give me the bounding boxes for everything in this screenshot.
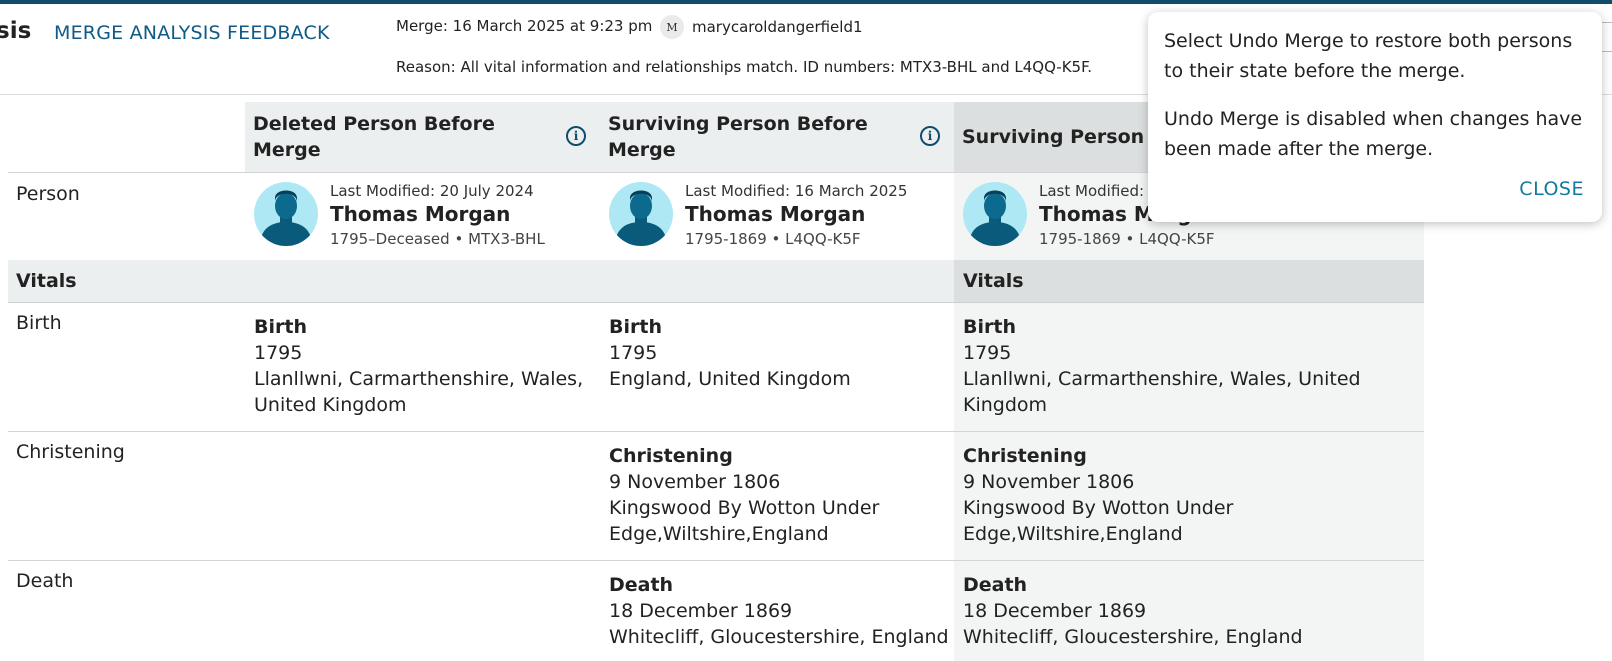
fact-type: Christening [609, 445, 733, 467]
info-icon[interactable]: i [920, 126, 940, 146]
row-label-person: Person [16, 183, 80, 205]
fact-place-cont: Kingdom [963, 394, 1048, 416]
column-header-surviving-before: Surviving Person Before Merge i [600, 102, 954, 172]
column-header-label: Surviving Person Before Merge [608, 113, 868, 161]
person-name[interactable]: Thomas Morgan [685, 202, 865, 226]
column-header-label: Deleted Person Before Merge [253, 113, 495, 161]
fact-place-cont: Edge,Wiltshire,England [963, 523, 1183, 545]
person-avatar-icon [963, 182, 1027, 246]
merge-date: Merge: 16 March 2025 at 9:23 pm [396, 17, 653, 35]
merge-reason: Reason: All vital information and relati… [396, 58, 1093, 76]
user-initial-badge: M [660, 15, 684, 39]
fact-place-cont: United Kingdom [254, 394, 407, 416]
fact-type: Christening [963, 445, 1087, 467]
fact-birth-deleted: Birth 1795 Llanllwni, Carmarthenshire, W… [254, 314, 583, 418]
person-lifespan-id: 1795–Deceased • MTX3-BHL [330, 230, 545, 248]
user-name[interactable]: marycaroldangerfield1 [692, 18, 863, 36]
close-button[interactable]: CLOSE [1519, 178, 1584, 200]
fact-type: Birth [963, 316, 1016, 338]
fact-christening-surviving-after: Christening 9 November 1806 Kingswood By… [963, 443, 1233, 547]
fact-place: Kingswood By Wotton Under [609, 497, 880, 519]
person-avatar-icon [254, 182, 318, 246]
fact-place: Whitecliff, Gloucestershire, England [963, 626, 1303, 648]
popover-text-disabled: Undo Merge is disabled when changes have… [1164, 108, 1583, 160]
fact-date: 9 November 1806 [609, 471, 781, 493]
fact-date: 1795 [963, 342, 1012, 364]
section-label-vitals-after: Vitals [963, 270, 1024, 292]
column-header-deleted-before: Deleted Person Before Merge i [245, 102, 600, 172]
person-lifespan-id: 1795-1869 • L4QQ-K5F [685, 230, 861, 248]
merge-user: M marycaroldangerfield1 [660, 15, 863, 39]
last-modified: Last Modified: 1 [1039, 182, 1159, 200]
merge-analysis-feedback-link[interactable]: MERGE ANALYSIS FEEDBACK [54, 22, 330, 44]
last-modified: Last Modified: 16 March 2025 [685, 182, 908, 200]
fact-place: Whitecliff, Gloucestershire, England [609, 626, 949, 648]
fact-place: Kingswood By Wotton Under [963, 497, 1234, 519]
fact-death-surviving-before: Death 18 December 1869 Whitecliff, Glouc… [609, 572, 949, 650]
person-avatar-icon [609, 182, 673, 246]
row-label-birth: Birth [16, 312, 62, 334]
fact-christening-surviving-before: Christening 9 November 1806 Kingswood By… [609, 443, 879, 547]
fact-place: England, United Kingdom [609, 368, 851, 390]
fact-date: 1795 [609, 342, 658, 364]
section-label-vitals: Vitals [16, 270, 77, 292]
info-icon[interactable]: i [566, 126, 586, 146]
undo-merge-popover: Select Undo Merge to restore both person… [1148, 12, 1602, 222]
top-accent-bar [0, 0, 1612, 4]
fact-type: Death [963, 574, 1028, 596]
fact-birth-surviving-before: Birth 1795 England, United Kingdom [609, 314, 851, 392]
page-title: sis [0, 18, 32, 44]
row-label-death: Death [16, 570, 74, 592]
fact-place: Llanllwni, Carmarthenshire, Wales, [254, 368, 584, 390]
fact-death-surviving-after: Death 18 December 1869 Whitecliff, Glouc… [963, 572, 1303, 650]
row-divider [8, 431, 1424, 432]
vitals-section-bar-after [954, 260, 1424, 302]
person-name[interactable]: Thomas Morgan [330, 202, 510, 226]
fact-place: Llanllwni, Carmarthenshire, Wales, Unite… [963, 368, 1361, 390]
fact-place-cont: Edge,Wiltshire,England [609, 523, 829, 545]
fact-birth-surviving-after: Birth 1795 Llanllwni, Carmarthenshire, W… [963, 314, 1361, 418]
popover-text-restore: Select Undo Merge to restore both person… [1164, 30, 1573, 82]
fact-date: 9 November 1806 [963, 471, 1135, 493]
fact-type: Birth [254, 316, 307, 338]
row-divider [8, 302, 1424, 303]
last-modified: Last Modified: 20 July 2024 [330, 182, 534, 200]
vitals-section-bar [8, 260, 954, 302]
fact-date: 18 December 1869 [963, 600, 1147, 622]
person-lifespan-id: 1795-1869 • L4QQ-K5F [1039, 230, 1215, 248]
fact-type: Death [609, 574, 674, 596]
fact-type: Birth [609, 316, 662, 338]
row-divider [8, 560, 1424, 561]
row-label-christening: Christening [16, 441, 125, 463]
fact-date: 18 December 1869 [609, 600, 793, 622]
fact-date: 1795 [254, 342, 303, 364]
